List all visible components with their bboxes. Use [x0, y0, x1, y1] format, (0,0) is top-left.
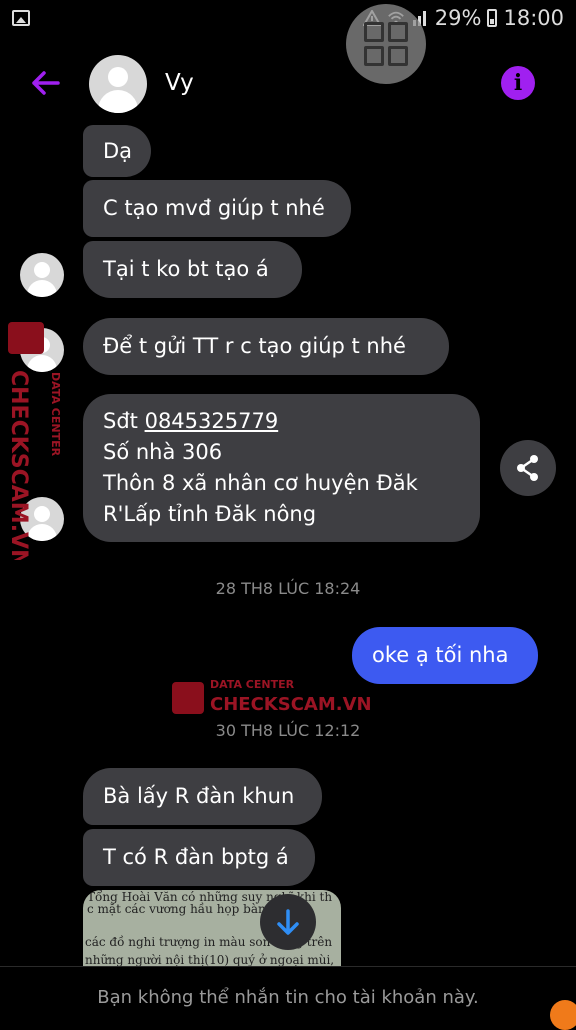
arrow-down-icon	[277, 909, 299, 935]
timestamp: 28 TH8 LÚC 18:24	[215, 579, 361, 598]
message-line: Sđt 0845325779	[103, 409, 279, 433]
message-bubble[interactable]: Tại t ko bt tạo á	[83, 241, 302, 298]
sender-avatar	[20, 328, 64, 372]
battery-percent: 29%	[434, 6, 482, 30]
watermark-horizontal: DATA CENTER CHECKSCAM.VN	[172, 672, 372, 722]
share-icon	[517, 455, 538, 481]
status-bar: 29% 18:00	[0, 0, 576, 40]
battery-icon	[487, 9, 498, 27]
message-bubble[interactable]: Dạ	[83, 125, 151, 177]
floating-badge-icon[interactable]	[550, 1000, 576, 1030]
message-bubble-address[interactable]: Sđt 0845325779 Số nhà 306 Thôn 8 xã nhân…	[83, 394, 480, 542]
message-bubble[interactable]: C tạo mvđ giúp t nhé	[83, 180, 351, 237]
back-arrow-icon[interactable]	[28, 66, 62, 100]
sender-avatar	[20, 497, 64, 541]
info-icon[interactable]: i	[501, 66, 535, 100]
message-line: Số nhà 306	[103, 440, 223, 464]
message-line: Thôn 8 xã nhân cơ huyện Đăk	[103, 471, 418, 495]
cannot-message-notice: Bạn không thể nhắn tin cho tài khoản này…	[97, 987, 479, 1008]
photo-text-line: những người nội thị(10) quý ở ngoại mùi,	[85, 953, 335, 966]
message-bubble[interactable]: Để t gửi TT r c tạo giúp t nhé	[83, 318, 449, 375]
message-bubble[interactable]: T có R đàn bptg á	[83, 829, 315, 886]
contact-name[interactable]: Vy	[165, 70, 194, 96]
message-line: R'Lấp tỉnh Đăk nông	[103, 502, 317, 526]
message-bubble-outgoing[interactable]: oke ạ tối nha	[352, 627, 538, 684]
photo-text-line: c mặt các vương hầu họp bàn?	[87, 902, 273, 916]
clock: 18:00	[503, 6, 564, 30]
scroll-to-bottom-button[interactable]	[260, 894, 316, 950]
sender-avatar	[20, 253, 64, 297]
floating-grid-button[interactable]	[346, 4, 426, 84]
svg-text:DATA CENTER: DATA CENTER	[49, 372, 62, 457]
timestamp: 30 TH8 LÚC 12:12	[215, 721, 361, 740]
phone-link[interactable]: 0845325779	[145, 409, 279, 433]
message-bubble[interactable]: Bà lấy R đàn khun	[83, 768, 322, 825]
share-button[interactable]	[500, 440, 556, 496]
contact-avatar[interactable]	[89, 55, 147, 113]
grid-icon	[364, 22, 408, 66]
gallery-icon	[12, 10, 30, 26]
composer-disabled-bar: Bạn không thể nhắn tin cho tài khoản này…	[0, 966, 576, 1025]
